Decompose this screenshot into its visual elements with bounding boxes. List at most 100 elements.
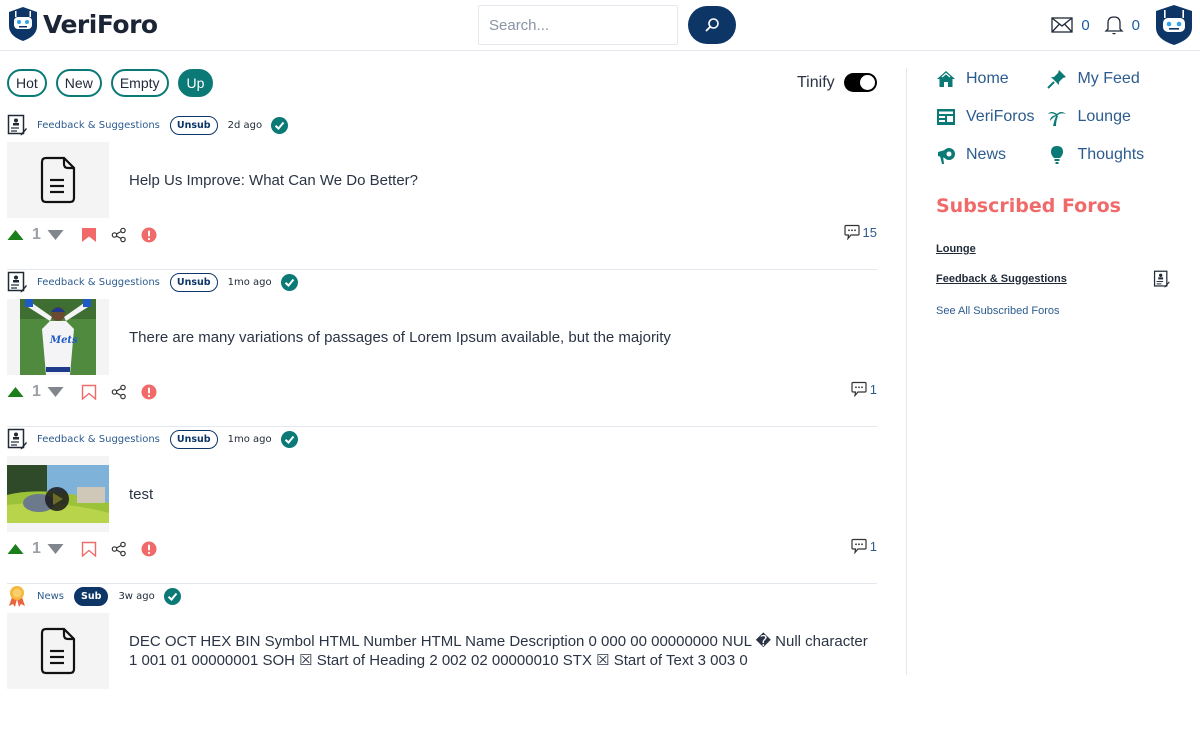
post-time: 2d ago [227, 119, 263, 131]
forum-link[interactable]: Feedback & Suggestions [37, 120, 160, 131]
post-title[interactable]: test [129, 456, 877, 532]
messages-count: 0 [1081, 16, 1090, 34]
subscribed-item: Lounge [936, 239, 1170, 259]
bookmark-button[interactable] [81, 227, 97, 243]
share-icon [111, 384, 126, 400]
subscribed-link-feedback[interactable]: Feedback & Suggestions [936, 273, 1067, 285]
subscribe-button[interactable]: Sub [74, 586, 109, 606]
vote-count: 1 [32, 226, 41, 243]
top-header: VeriForo 0 0 [0, 0, 1200, 51]
upvote-arrow-icon [7, 387, 24, 397]
nav-lounge[interactable]: Lounge [1047, 106, 1144, 128]
nav-news[interactable]: News [936, 144, 1034, 166]
downvote-button[interactable] [47, 229, 64, 241]
search-button[interactable] [688, 6, 736, 44]
downvote-button[interactable] [47, 543, 64, 555]
post-title[interactable]: DEC OCT HEX BIN Symbol HTML Number HTML … [129, 613, 877, 689]
contact-edit-icon [7, 271, 27, 293]
upvote-button[interactable] [7, 543, 24, 555]
filter-up[interactable]: Up [177, 69, 214, 97]
share-button[interactable] [111, 541, 127, 557]
report-button[interactable] [141, 384, 157, 400]
comments-link[interactable]: 15 [843, 224, 877, 240]
tinify-control: Tinify [797, 73, 877, 92]
downvote-arrow-icon [47, 230, 64, 240]
downvote-arrow-icon [47, 544, 64, 554]
user-avatar[interactable] [1154, 4, 1194, 46]
upvote-button[interactable] [7, 229, 24, 241]
post-card: Feedback & Suggestions Unsub 1mo ago tes… [7, 427, 877, 584]
subscribed-link-lounge[interactable]: Lounge [936, 243, 976, 255]
forum-link[interactable]: Feedback & Suggestions [37, 434, 160, 445]
sidebar-nav: Home My Feed VeriForos Lounge News Thoug… [936, 68, 1144, 166]
post-meta: Feedback & Suggestions Unsub 1mo ago [7, 270, 298, 294]
post-meta: News Sub 3w ago [7, 584, 181, 608]
share-icon [111, 227, 126, 243]
filter-new[interactable]: New [55, 69, 102, 97]
unsubscribe-button[interactable]: Unsub [169, 429, 218, 449]
nav-veriforos[interactable]: VeriForos [936, 106, 1034, 128]
nav-thoughts[interactable]: Thoughts [1047, 144, 1144, 166]
robot-avatar-icon [1156, 5, 1192, 45]
nav-lounge-label: Lounge [1077, 108, 1131, 125]
subscribed-foros-list: Lounge Feedback & Suggestions [936, 239, 1186, 289]
post-thumbnail[interactable] [7, 142, 109, 218]
document-icon [38, 627, 78, 675]
brand-logo[interactable]: VeriForo [7, 6, 158, 42]
comment-bubble-icon [843, 224, 860, 240]
tinify-toggle[interactable] [843, 73, 877, 92]
document-icon [38, 156, 78, 204]
nav-news-label: News [966, 146, 1007, 163]
upvote-button[interactable] [7, 386, 24, 398]
post-time: 1mo ago [227, 433, 272, 445]
downvote-arrow-icon [47, 387, 64, 397]
nav-home[interactable]: Home [936, 68, 1034, 90]
report-button[interactable] [141, 541, 157, 557]
post-title[interactable]: Help Us Improve: What Can We Do Better? [129, 142, 877, 218]
filter-hot[interactable]: Hot [7, 69, 47, 97]
comments-link[interactable]: 1 [851, 381, 877, 397]
downvote-button[interactable] [47, 386, 64, 398]
filter-empty[interactable]: Empty [110, 69, 169, 97]
post-card: Feedback & Suggestions Unsub 1mo ago Met… [7, 270, 877, 427]
forum-link[interactable]: News [37, 591, 64, 602]
verified-check-icon [280, 430, 298, 448]
post-thumbnail[interactable]: Mets [7, 299, 109, 375]
contact-edit-icon [7, 114, 27, 136]
bookmark-button[interactable] [81, 541, 97, 557]
baseball-player-image: Mets [20, 299, 96, 375]
upvote-arrow-icon [7, 230, 24, 240]
messages-button[interactable] [1051, 17, 1073, 33]
post-title[interactable]: There are many variations of passages of… [129, 299, 877, 375]
post-time: 3w ago [118, 590, 155, 602]
share-button[interactable] [111, 384, 127, 400]
post-actions: 1 1 [7, 538, 877, 560]
verified-check-icon [280, 273, 298, 291]
pin-icon [1047, 70, 1067, 89]
report-button[interactable] [141, 227, 157, 243]
home-icon [937, 71, 955, 87]
unsubscribe-button[interactable]: Unsub [169, 272, 218, 292]
bookmark-button[interactable] [81, 384, 97, 400]
post-card: Feedback & Suggestions Unsub 2d ago Help… [7, 113, 877, 270]
megaphone-icon [938, 148, 955, 164]
post-thumbnail[interactable] [7, 456, 109, 532]
notifications-button[interactable] [1104, 14, 1124, 36]
award-medal-icon [7, 585, 27, 607]
bell-icon [1104, 16, 1124, 35]
upvote-arrow-icon [7, 544, 24, 554]
contact-edit-icon [7, 428, 27, 450]
forum-link[interactable]: Feedback & Suggestions [37, 277, 160, 288]
see-all-subscribed-link[interactable]: See All Subscribed Foros [936, 305, 1186, 317]
comments-link[interactable]: 1 [851, 538, 877, 554]
unsubscribe-button[interactable]: Unsub [169, 115, 218, 135]
share-button[interactable] [111, 227, 127, 243]
search-input[interactable] [478, 5, 678, 45]
bookmark-icon [81, 541, 97, 557]
nav-my-feed[interactable]: My Feed [1047, 68, 1144, 90]
post-thumbnail[interactable] [7, 613, 109, 689]
bookmark-icon [81, 384, 97, 400]
bookmark-icon [81, 228, 96, 242]
nav-veriforos-label: VeriForos [966, 108, 1035, 125]
alert-icon [141, 227, 157, 243]
